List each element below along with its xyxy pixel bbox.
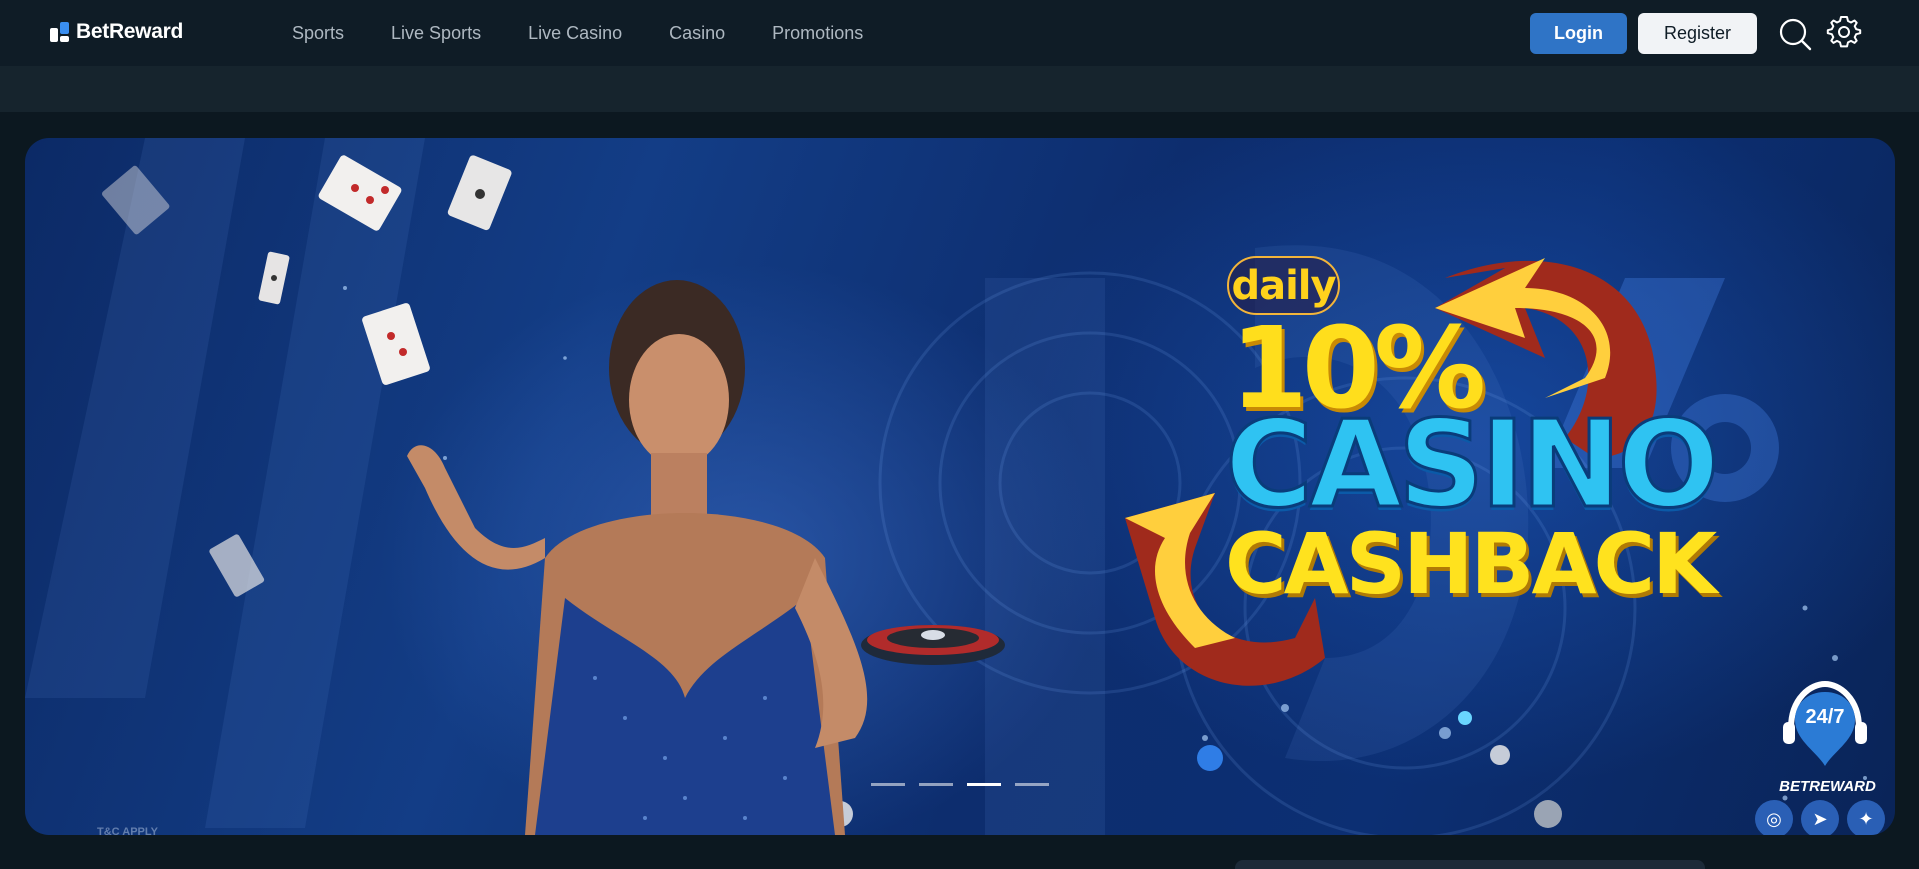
promo-casino-text: CASINO — [1223, 396, 1720, 535]
top-navigation-bar: BetReward Sports Live Sports Live Casino… — [0, 0, 1919, 66]
nav-live-sports[interactable]: Live Sports — [391, 23, 481, 44]
promo-cashback-text: CASHBACK — [1225, 515, 1717, 613]
terms-apply-label: T&C APPLY — [97, 826, 158, 835]
social-links: ◎ ➤ ✦ — [1755, 800, 1885, 835]
login-button[interactable]: Login — [1530, 13, 1627, 54]
betreward-logo[interactable]: BetReward — [50, 20, 183, 44]
carousel-dot[interactable] — [919, 783, 953, 786]
nav-promotions[interactable]: Promotions — [772, 23, 863, 44]
nav-casino[interactable]: Casino — [669, 23, 725, 44]
carousel-indicators — [871, 783, 1049, 786]
nav-sports[interactable]: Sports — [292, 23, 344, 44]
carousel-dot[interactable] — [1015, 783, 1049, 786]
support-label: 24/7 — [1805, 706, 1845, 728]
telegram-icon[interactable]: ➤ — [1801, 800, 1839, 835]
register-button[interactable]: Register — [1638, 13, 1757, 54]
sub-navigation-bar — [0, 66, 1919, 112]
search-icon[interactable] — [1777, 16, 1813, 52]
support-brand: BETREWARD — [1779, 778, 1876, 795]
nav-live-casino[interactable]: Live Casino — [528, 23, 622, 44]
main-nav: Sports Live Sports Live Casino Casino Pr… — [292, 0, 863, 66]
carousel-dot[interactable] — [871, 783, 905, 786]
settings-gear-icon[interactable] — [1826, 14, 1862, 50]
chat-icon[interactable]: ✦ — [1847, 800, 1885, 835]
logo-mark-icon — [50, 22, 70, 42]
support-widget[interactable]: 24/7 BETREWARD ◎ ➤ ✦ — [1755, 678, 1895, 835]
promo-banner[interactable]: daily 10% CASINO CASHBACK T&C APPLY 24/7… — [25, 138, 1895, 835]
carousel-dot-active[interactable] — [967, 783, 1001, 786]
section-tab-strip — [1235, 860, 1705, 869]
instagram-icon[interactable]: ◎ — [1755, 800, 1793, 835]
logo-text: BetReward — [76, 20, 183, 43]
